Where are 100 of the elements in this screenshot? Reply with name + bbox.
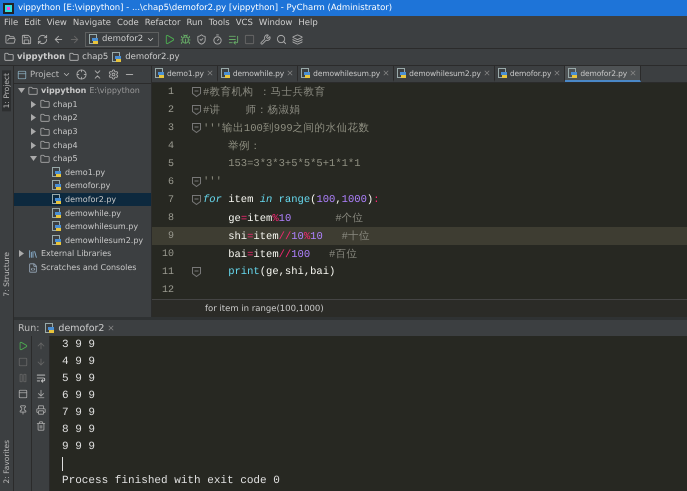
line-number: 3 xyxy=(166,122,174,134)
line-number: 11 xyxy=(160,266,174,278)
soft-wrap-icon[interactable] xyxy=(36,373,46,383)
tree-item-label: demofor.py xyxy=(65,181,110,190)
fold-marker-icon[interactable] xyxy=(192,105,201,116)
menu-item[interactable]: Navigate xyxy=(70,18,114,28)
locate-icon[interactable] xyxy=(76,69,88,80)
menu-item[interactable]: Edit xyxy=(21,18,44,28)
tree-item[interactable]: demowhilesum2.py xyxy=(14,234,151,248)
close-icon[interactable] xyxy=(286,69,294,78)
folder-icon xyxy=(69,52,80,62)
close-icon[interactable] xyxy=(482,69,491,78)
layout-icon[interactable] xyxy=(18,389,28,399)
code-text: 153=3*3*3+5*5*5+1*1*1 xyxy=(227,158,361,170)
code-text: #讲 师：杨淑娟 xyxy=(203,103,301,118)
line-number: 5 xyxy=(166,158,174,170)
menu-item[interactable]: Code xyxy=(114,18,142,28)
close-icon[interactable] xyxy=(382,69,390,78)
folder-icon xyxy=(28,86,38,96)
run-configuration-dropdown[interactable]: demofor2 xyxy=(85,32,160,46)
python-file-icon xyxy=(52,208,62,219)
code-breadcrumb[interactable]: for item in range(100,1000) xyxy=(205,304,324,314)
close-icon[interactable] xyxy=(107,324,116,332)
python-file-icon xyxy=(52,194,62,206)
console-output-line: 6 9 9 xyxy=(62,390,96,402)
collapsed-arrow-icon[interactable] xyxy=(18,250,25,258)
tree-item[interactable]: demo1.py xyxy=(14,166,151,180)
tree-item[interactable]: chap5 xyxy=(14,152,151,166)
tree-item[interactable]: chap1 xyxy=(14,98,151,112)
python-file-icon xyxy=(568,68,578,79)
refresh-icon[interactable] xyxy=(37,34,48,44)
run-icon[interactable] xyxy=(164,34,176,44)
run-tab[interactable]: demofor2 xyxy=(45,322,116,334)
python-file-icon xyxy=(52,234,62,246)
close-icon[interactable] xyxy=(206,69,214,78)
tree-item[interactable]: demofor.py xyxy=(14,179,151,193)
tree-item[interactable]: chap2 xyxy=(14,111,151,125)
debug-icon[interactable] xyxy=(180,34,192,44)
tree-item[interactable]: chap4 xyxy=(14,138,151,152)
fold-marker-icon[interactable] xyxy=(192,195,201,206)
menu-item[interactable]: Tools xyxy=(206,18,233,28)
python-file-icon xyxy=(397,68,408,79)
tree-item-label: Scratches and Consoles xyxy=(41,263,136,272)
settings-icon[interactable] xyxy=(260,34,272,44)
coverage-icon[interactable] xyxy=(196,34,208,44)
fold-marker-icon[interactable] xyxy=(192,123,201,134)
scroll-to-end-icon[interactable] xyxy=(36,389,46,399)
profile-icon[interactable] xyxy=(212,34,224,44)
structure-icon[interactable] xyxy=(292,34,304,44)
trash-icon[interactable] xyxy=(36,421,46,431)
python-file-icon xyxy=(112,52,122,62)
close-icon[interactable] xyxy=(553,69,562,78)
tree-item[interactable]: chap3 xyxy=(14,124,151,138)
folder-icon xyxy=(40,126,50,137)
console-output-line: 4 9 9 xyxy=(62,356,96,368)
menu-item[interactable]: Refactor xyxy=(142,18,184,28)
back-arrow-icon[interactable] xyxy=(53,34,64,44)
python-file-icon xyxy=(155,68,165,79)
fold-marker-icon[interactable] xyxy=(192,87,201,98)
concurrency-icon[interactable] xyxy=(228,34,240,44)
settings-icon[interactable] xyxy=(108,69,120,80)
menu-item[interactable]: Help xyxy=(295,18,321,28)
breadcrumb-item[interactable]: vippython xyxy=(4,52,66,62)
console-output-line: Process finished with exit code 0 xyxy=(62,474,280,486)
menu-item[interactable]: VCS xyxy=(232,18,256,28)
pin-icon[interactable] xyxy=(18,405,28,415)
project-view-dropdown[interactable]: Project xyxy=(17,70,72,80)
tree-item[interactable]: demowhilesum.py xyxy=(14,220,151,234)
fold-marker-icon[interactable] xyxy=(192,177,201,188)
expanded-arrow-icon[interactable] xyxy=(30,155,37,162)
tree-item-label: demowhile.py xyxy=(65,208,122,218)
line-number: 9 xyxy=(166,230,174,242)
tree-item[interactable]: External Libraries xyxy=(14,247,151,261)
save-icon[interactable] xyxy=(21,34,32,44)
library-icon xyxy=(28,248,38,259)
menu-item[interactable]: Run xyxy=(183,18,206,28)
menu-item[interactable]: Window xyxy=(256,18,296,28)
tree-item[interactable]: demowhile.py xyxy=(14,206,151,220)
console-output-line: 5 9 9 xyxy=(62,372,96,384)
folder-icon xyxy=(40,112,50,123)
console-output-line: 3 9 9 xyxy=(62,338,96,350)
tree-item-label: chap2 xyxy=(53,113,78,122)
breadcrumb-item[interactable]: chap5 xyxy=(69,52,108,62)
menu-item[interactable]: View xyxy=(44,18,70,28)
folder-icon xyxy=(4,52,14,62)
tree-item[interactable]: demofor2.py xyxy=(14,192,151,206)
open-folder-icon[interactable] xyxy=(5,34,16,44)
tree-item-label: demowhilesum2.py xyxy=(65,236,144,245)
folder-icon xyxy=(40,140,50,150)
expanded-arrow-icon[interactable] xyxy=(18,87,25,94)
print-icon[interactable] xyxy=(36,405,46,415)
tree-item[interactable]: vippython E:\vippython xyxy=(14,84,151,98)
menu-item[interactable]: File xyxy=(1,18,22,28)
code-text: shi=item//10%10 #十位 xyxy=(227,229,370,244)
breadcrumb-item[interactable]: demofor2.py xyxy=(112,52,180,62)
run-icon[interactable] xyxy=(18,341,28,351)
fold-marker-icon[interactable] xyxy=(192,267,201,278)
tree-item[interactable]: Scratches and Consoles xyxy=(14,260,151,274)
code-text: 举例： xyxy=(227,139,262,154)
search-icon[interactable] xyxy=(276,34,288,44)
